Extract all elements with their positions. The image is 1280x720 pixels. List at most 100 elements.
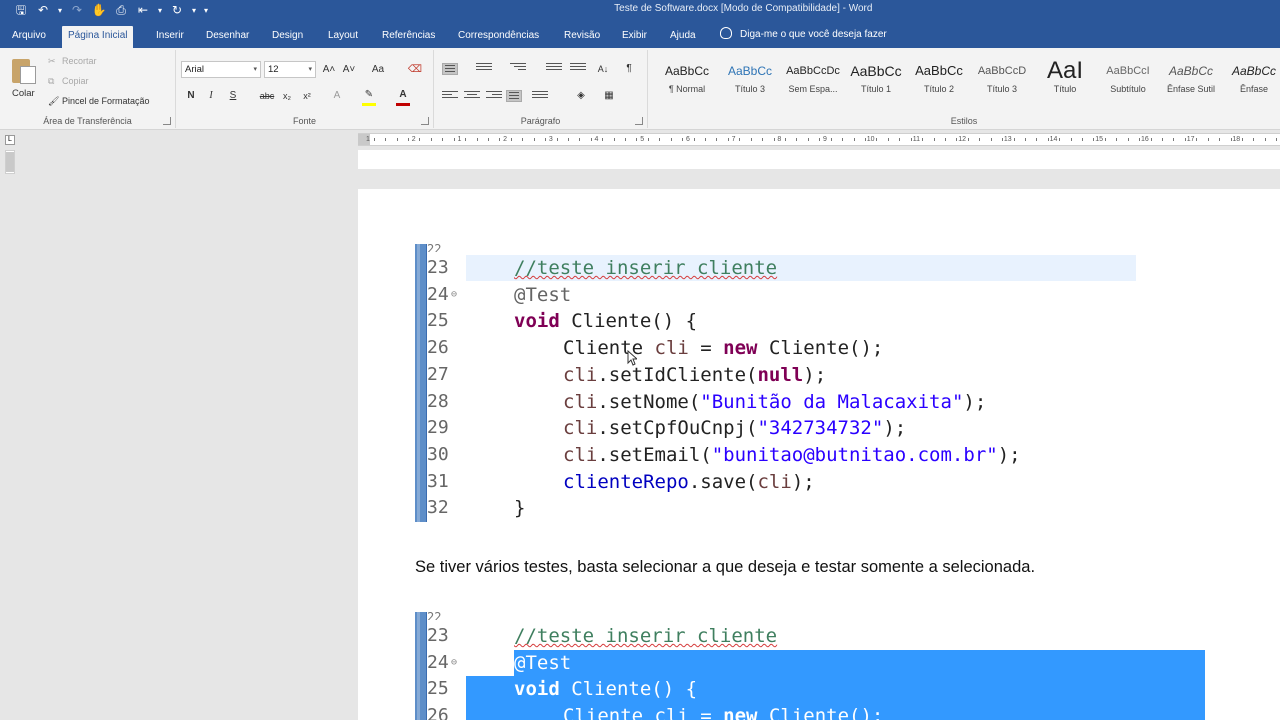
code-token: cli: [654, 705, 689, 720]
borders-icon[interactable]: ▦: [600, 87, 618, 105]
tab-pagina-inicial[interactable]: Página Inicial: [62, 26, 134, 48]
format-painter-button[interactable]: 🖌 Pincel de Formatação: [48, 96, 150, 107]
align-center-icon[interactable]: [464, 91, 480, 103]
style-normal[interactable]: AaBbCc ¶ Normal: [656, 58, 718, 104]
tab-arquivo[interactable]: Arquivo: [6, 26, 52, 48]
code-token: =: [688, 705, 724, 720]
sort-button[interactable]: A↓: [594, 60, 612, 78]
bold-button[interactable]: N: [182, 87, 200, 105]
customize-qat-icon[interactable]: ▾: [202, 2, 210, 19]
tab-inserir[interactable]: Inserir: [150, 26, 190, 48]
undo-dropdown-icon[interactable]: ▾: [56, 2, 64, 19]
ruler-tick: [430, 138, 432, 141]
page-layout-icon[interactable]: ⇤: [134, 2, 152, 19]
repeat-icon[interactable]: ↻: [168, 2, 186, 19]
cut-button[interactable]: ✂ Recortar: [48, 56, 97, 67]
tab-selector-icon[interactable]: L: [5, 135, 15, 145]
tab-exibir[interactable]: Exibir: [616, 26, 653, 48]
shading-icon[interactable]: ◈: [572, 87, 590, 105]
underline-button[interactable]: S: [224, 87, 242, 105]
undo-icon[interactable]: ↶: [34, 2, 52, 19]
multilevel-list-icon[interactable]: [510, 63, 526, 75]
style-titulo-3[interactable]: AaBbCc Título 3: [719, 58, 781, 104]
touch-mode-icon[interactable]: ✋: [90, 2, 108, 19]
text-effects-icon[interactable]: A: [328, 87, 346, 105]
line-spacing-icon[interactable]: [532, 91, 548, 103]
style-enfase-sutil[interactable]: AaBbCc Ênfase Sutil: [1160, 58, 1222, 104]
ruler-number: 14: [1049, 136, 1058, 143]
font-launcher-icon[interactable]: [421, 117, 429, 125]
repeat-dropdown-icon[interactable]: ▾: [190, 2, 198, 19]
code-token: );: [997, 443, 1021, 466]
clear-formatting-icon[interactable]: ⌫: [406, 61, 424, 79]
ruler-tick: [967, 138, 969, 141]
fold-toggle-icon[interactable]: ⊖: [451, 289, 457, 300]
code-image-2[interactable]: 22 23 //teste inserir cliente 24 ⊖ @Test 25 vo…: [415, 612, 1275, 720]
code-line: 25 void Cliente() {: [415, 676, 1275, 703]
code-text: cli.setNome("Bunitão da Malacaxita");: [563, 389, 986, 415]
ruler-number: 9: [823, 136, 827, 143]
code-image-1[interactable]: 22 23 //teste inserir cliente 24 ⊖ @Test 25 vo…: [415, 244, 1275, 522]
style-titulo-3b[interactable]: AaBbCcD Título 3: [971, 58, 1033, 104]
save-icon[interactable]: 🖫: [12, 2, 30, 19]
paste-button[interactable]: Colar: [12, 88, 35, 99]
tab-layout[interactable]: Layout: [322, 26, 364, 48]
ruler-tick: [1082, 138, 1084, 141]
align-left-icon[interactable]: [442, 91, 458, 103]
tab-ajuda[interactable]: Ajuda: [664, 26, 702, 48]
style-sem-espacamento[interactable]: AaBbCcDc Sem Espa...: [782, 58, 844, 104]
italic-button[interactable]: I: [202, 87, 220, 105]
decrease-indent-icon[interactable]: [546, 63, 562, 75]
align-right-icon[interactable]: [486, 91, 502, 103]
font-name-select[interactable]: Arial ▾: [181, 61, 261, 78]
style-name: Título 1: [860, 84, 891, 94]
print-preview-icon[interactable]: ⎙: [112, 2, 130, 19]
tab-referencias[interactable]: Referências: [376, 26, 441, 48]
tab-revisao[interactable]: Revisão: [558, 26, 606, 48]
horizontal-ruler[interactable]: 1 2 1 2 3 4 5 6 7 8 9 10 11 12 13 14 15 16 17 18: [358, 133, 1280, 146]
strikethrough-button[interactable]: abc: [256, 87, 278, 105]
line-number-cut: 22: [427, 612, 442, 620]
code-token: =: [688, 337, 724, 360]
ruler-tick: [773, 138, 775, 141]
lightbulb-icon: [720, 27, 732, 39]
copy-button[interactable]: ⧉ Copiar: [48, 76, 89, 87]
font-color-button[interactable]: A: [394, 86, 412, 104]
style-enfase[interactable]: AaBbCc Ênfase: [1223, 58, 1280, 104]
increase-indent-icon[interactable]: [570, 63, 586, 75]
redo-icon[interactable]: ↷: [68, 2, 86, 19]
style-titulo-1[interactable]: AaBbCc Título 1: [845, 58, 907, 104]
ruler-tick: [613, 138, 615, 141]
ruler-tick: [659, 138, 661, 141]
show-marks-button[interactable]: ¶: [620, 60, 638, 78]
chevron-down-icon: ▾: [253, 66, 257, 73]
style-titulo-2[interactable]: AaBbCc Título 2: [908, 58, 970, 104]
font-size-select[interactable]: 12 ▾: [264, 61, 316, 78]
shrink-font-button[interactable]: A˅: [340, 61, 358, 79]
bullets-icon[interactable]: [442, 63, 458, 75]
code-token: "342734732": [757, 417, 884, 440]
highlighter-icon[interactable]: ✎: [360, 86, 378, 104]
ruler-number: 4: [594, 136, 599, 143]
subscript-button[interactable]: x₂: [278, 87, 296, 105]
superscript-button[interactable]: x²: [298, 87, 316, 105]
tab-desenhar[interactable]: Desenhar: [200, 26, 255, 48]
tab-correspondencias[interactable]: Correspondências: [452, 26, 545, 48]
clipboard-launcher-icon[interactable]: [163, 117, 171, 125]
style-titulo[interactable]: AaI Título: [1034, 58, 1096, 104]
code-token: //teste inserir cliente: [514, 625, 778, 647]
code-text: cli.setEmail("bunitao@butnitao.com.br");: [563, 442, 1021, 468]
grow-font-button[interactable]: A˄: [320, 61, 338, 79]
justify-icon[interactable]: [506, 90, 522, 102]
numbering-icon[interactable]: [476, 63, 492, 75]
tab-design[interactable]: Design: [266, 26, 309, 48]
style-subtitulo[interactable]: AaBbCcI Subtítulo: [1097, 58, 1159, 104]
layout-dropdown-icon[interactable]: ▾: [156, 2, 164, 19]
tell-me-box[interactable]: Diga-me o que você deseja fazer: [720, 26, 887, 44]
paste-icon[interactable]: [12, 56, 38, 84]
paragraph-launcher-icon[interactable]: [635, 117, 643, 125]
code-line: 25 void Cliente() {: [415, 308, 1275, 335]
change-case-button[interactable]: Aa: [366, 61, 390, 79]
ruler-tick: [887, 138, 889, 141]
fold-toggle-icon[interactable]: ⊖: [451, 657, 457, 668]
